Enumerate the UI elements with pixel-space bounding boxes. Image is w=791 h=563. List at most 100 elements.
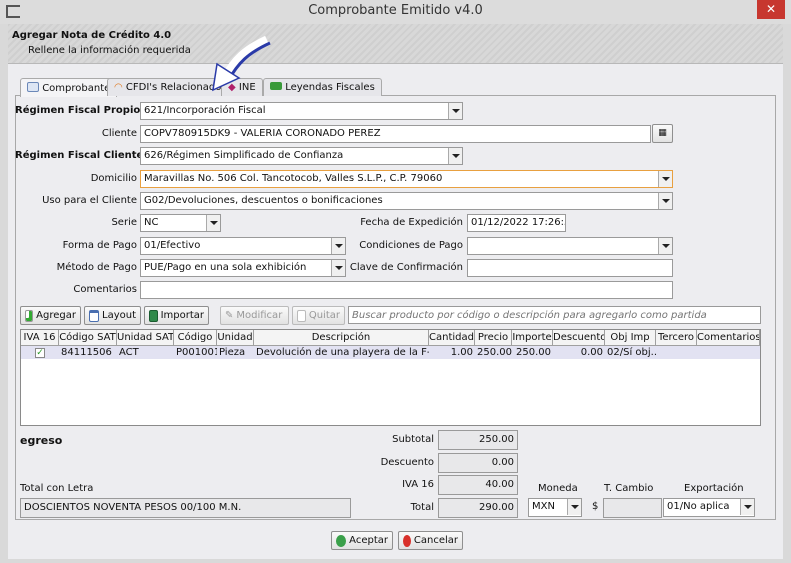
serie-label: Serie xyxy=(111,217,137,228)
tcambio-input[interactable] xyxy=(603,498,662,518)
layout-icon xyxy=(89,309,99,322)
comentarios-input[interactable] xyxy=(140,281,673,299)
exportacion-label: Exportación xyxy=(684,483,744,494)
exportacion-select[interactable]: 01/No aplica xyxy=(663,498,755,517)
column-header[interactable]: Descuento xyxy=(553,330,605,346)
product-search-input[interactable] xyxy=(348,306,761,324)
importar-button[interactable]: Importar xyxy=(144,306,209,325)
domicilio-select[interactable]: Maravillas No. 506 Col. Tancotocob, Vall… xyxy=(140,170,673,188)
chevron-down-icon xyxy=(658,171,672,187)
chevron-down-icon xyxy=(567,499,581,515)
add-document-icon xyxy=(25,309,34,322)
cell-comentarios xyxy=(697,346,760,359)
forma-pago-label: Forma de Pago xyxy=(62,240,137,251)
chevron-down-icon xyxy=(448,103,462,119)
items-grid[interactable]: IVA 16 Código SAT Unidad SAT Código Unidad De… xyxy=(20,329,761,426)
check-circle-icon xyxy=(336,534,347,547)
regimen-propio-label: Régimen Fiscal Propio (*) xyxy=(15,105,159,116)
cell-codigo: P001001 xyxy=(176,347,217,358)
calendar-icon: ▦ xyxy=(658,128,667,138)
excel-icon xyxy=(149,309,158,322)
header-subtitle: Rellene la información requerida xyxy=(28,45,191,56)
cancelar-button[interactable]: Cancelar xyxy=(398,531,463,550)
column-header[interactable]: Precio xyxy=(475,330,512,346)
clave-input[interactable] xyxy=(467,259,673,277)
column-header[interactable]: Código xyxy=(174,330,217,346)
layout-button[interactable]: Layout xyxy=(84,306,141,325)
metodo-pago-label: Método de Pago xyxy=(56,262,137,273)
column-header[interactable]: Importe xyxy=(512,330,553,346)
condiciones-label: Condiciones de Pago xyxy=(359,240,463,251)
moneda-label: Moneda xyxy=(538,483,578,494)
link-icon: ◠ xyxy=(114,82,123,93)
descuento-label: Descuento xyxy=(380,457,434,468)
regimen-propio-select[interactable]: 621/Incorporación Fiscal xyxy=(140,102,463,120)
column-header[interactable]: Tercero xyxy=(656,330,697,346)
cell-cantidad: 1.00 xyxy=(450,347,473,358)
regimen-cliente-label: Régimen Fiscal Cliente (*) xyxy=(15,150,162,161)
regimen-cliente-select[interactable]: 626/Régimen Simplificado de Confianza xyxy=(140,147,463,165)
column-header[interactable]: Comentarios xyxy=(697,330,760,346)
chevron-down-icon xyxy=(658,238,672,254)
modificar-button[interactable]: ✎ Modificar xyxy=(220,306,289,325)
moneda-select[interactable]: MXN xyxy=(528,498,582,517)
window-title: Comprobante Emitido v4.0 xyxy=(308,3,483,18)
checkbox-checked-icon[interactable]: ✓ xyxy=(35,348,45,358)
column-header[interactable]: Obj Imp xyxy=(605,330,656,346)
cell-obj-imp: 02/Sí obj... xyxy=(607,347,656,358)
comprobante-type: egreso xyxy=(20,434,63,447)
subtotal-label: Subtotal xyxy=(392,434,434,445)
condiciones-select[interactable] xyxy=(467,237,673,255)
tcambio-label: T. Cambio xyxy=(604,483,654,494)
tab-leyendas-fiscales[interactable]: Leyendas Fiscales xyxy=(263,78,382,96)
remove-document-icon xyxy=(297,309,306,322)
cell-unidad-sat: ACT xyxy=(119,347,139,358)
column-header[interactable]: Descripción xyxy=(254,330,429,346)
total-letra-value: DOSCIENTOS NOVENTA PESOS 00/100 M.N. xyxy=(20,498,351,518)
cell-importe: 250.00 xyxy=(516,347,551,358)
chevron-down-icon xyxy=(448,148,462,164)
serie-select[interactable]: NC xyxy=(140,214,221,232)
dialog-header: Agregar Nota de Crédito 4.0 Rellene la i… xyxy=(8,24,783,64)
chevron-down-icon xyxy=(206,215,220,231)
uso-label: Uso para el Cliente xyxy=(42,195,137,206)
uso-select[interactable]: G02/Devoluciones, descuentos o bonificac… xyxy=(140,192,673,210)
column-header[interactable]: IVA 16 xyxy=(21,330,59,346)
currency-symbol: $ xyxy=(592,501,599,512)
column-header[interactable]: Código SAT xyxy=(59,330,117,346)
chevron-down-icon xyxy=(658,193,672,209)
quitar-button[interactable]: Quitar xyxy=(292,306,345,325)
close-button[interactable]: ✕ xyxy=(757,0,785,19)
column-header[interactable]: Unidad SAT xyxy=(117,330,174,346)
tab-comprobante[interactable]: Comprobante xyxy=(20,78,118,97)
iva-label: IVA 16 xyxy=(402,479,434,490)
metodo-pago-select[interactable]: PUE/Pago en una sola exhibición xyxy=(140,259,346,277)
cancel-icon xyxy=(403,534,411,547)
cell-descuento: 0.00 xyxy=(580,347,603,358)
cell-descripcion: Devolución de una playera de la F-68 xyxy=(256,347,429,358)
agregar-button[interactable]: Agregar xyxy=(20,306,81,325)
comentarios-label: Comentarios xyxy=(73,284,137,295)
cell-codigo-sat: 84111506 xyxy=(61,347,112,358)
arrow-annotation-icon xyxy=(212,35,271,92)
iva16-checkbox[interactable]: ✓ xyxy=(21,346,59,359)
column-header[interactable]: Cantidad xyxy=(429,330,475,346)
cell-precio: 250.00 xyxy=(477,347,512,358)
cliente-input[interactable]: COPV780915DK9 - VALERIA CORONADO PEREZ xyxy=(140,125,651,143)
cell-unidad: Pieza xyxy=(219,347,246,358)
forma-pago-select[interactable]: 01/Efectivo xyxy=(140,237,346,255)
column-header[interactable]: Unidad xyxy=(217,330,254,346)
pencil-icon: ✎ xyxy=(225,310,234,321)
aceptar-button[interactable]: Aceptar xyxy=(331,531,393,550)
fecha-input[interactable]: 01/12/2022 17:26:53 xyxy=(467,214,566,232)
cliente-label: Cliente xyxy=(101,128,137,139)
domicilio-label: Domicilio xyxy=(90,173,137,184)
fecha-label: Fecha de Expedición xyxy=(360,217,463,228)
iva-value: 40.00 xyxy=(438,475,518,495)
descuento-value: 0.00 xyxy=(438,453,518,473)
total-letra-label: Total con Letra xyxy=(20,483,94,494)
clave-label: Clave de Confirmación xyxy=(349,262,463,273)
chevron-down-icon xyxy=(740,499,754,515)
cliente-search-button[interactable]: ▦ xyxy=(652,124,673,143)
subtotal-value: 250.00 xyxy=(438,430,518,450)
